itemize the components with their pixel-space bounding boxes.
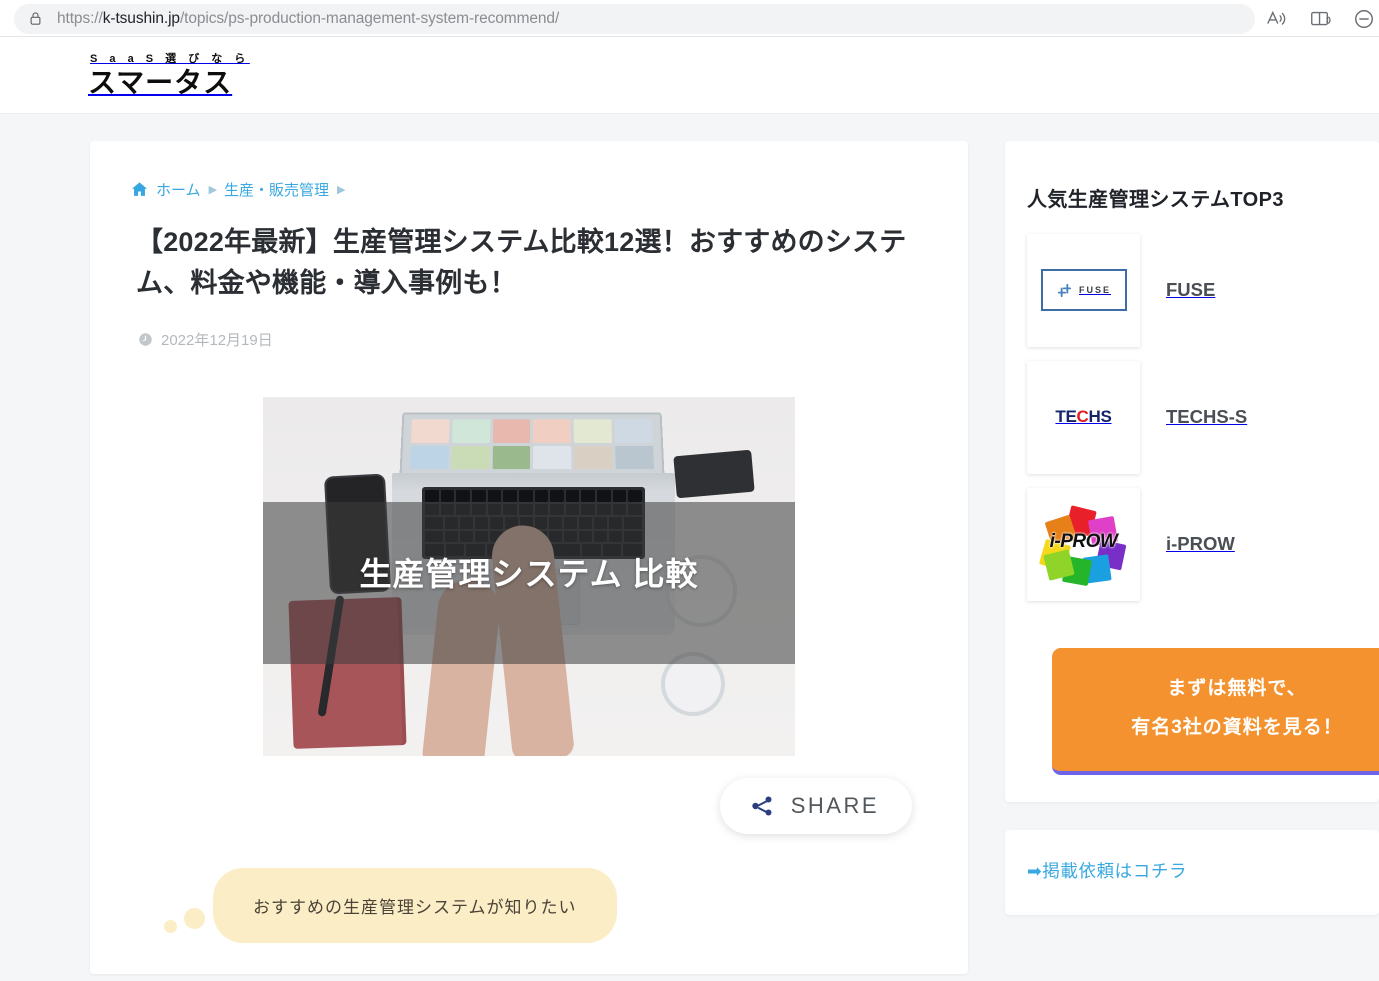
read-aloud-icon[interactable]: [1265, 8, 1287, 30]
article-card: ホーム ▶ 生産・販売管理 ▶ 【2022年最新】生産管理システム比較12選！お…: [90, 141, 968, 974]
breadcrumb: ホーム ▶ 生産・販売管理 ▶: [130, 179, 928, 200]
free-materials-cta-button[interactable]: まずは無料で、 有名3社の資料を見る！: [1052, 647, 1379, 776]
speech-bubble: おすすめの生産管理システムが知りたい: [213, 868, 617, 944]
iprow-logo-art: i-PROW: [1038, 504, 1130, 587]
cta-wrapper: まずは無料で、 有名3社の資料を見る！: [1005, 615, 1379, 776]
url-path: /topics/ps-production-management-system-…: [179, 9, 560, 27]
logo-wordmark: スマータス: [88, 66, 233, 98]
screen-thumbnails: [409, 419, 655, 470]
ranking-item-iprow[interactable]: i-PROW i-PROW: [1005, 487, 1379, 601]
ranking-item-label: TECHS-S: [1166, 406, 1248, 428]
url-prefix: https://: [57, 9, 103, 27]
breadcrumb-home-link[interactable]: ホーム: [156, 179, 201, 200]
hero-image: 生産管理システム 比較: [263, 397, 795, 757]
url-text: https://k-tsushin.jp/topics/ps-productio…: [57, 10, 559, 28]
iprow-logo: i-PROW: [1027, 487, 1140, 601]
techs-logo-text: TECHS: [1055, 407, 1112, 427]
ranking-item-fuse[interactable]: FUSE FUSE: [1005, 233, 1379, 347]
ranking-card: 人気生産管理システムTOP3 FUSE FUSE TECHS TECHS-S i…: [1005, 141, 1379, 803]
fuse-logo-box: FUSE: [1040, 269, 1127, 312]
ranking-title: 人気生産管理システムTOP3: [1027, 188, 1284, 211]
ranking-item-techs[interactable]: TECHS TECHS-S: [1005, 360, 1379, 474]
breadcrumb-separator: ▶: [208, 184, 218, 196]
logo-kicker: S a a S 選 び な ら: [90, 52, 250, 65]
page-title: 【2022年最新】生産管理システム比較12選！おすすめのシステム、料金や機能・導…: [136, 227, 907, 299]
toolbar-divider: [0, 36, 1379, 37]
page-body: ホーム ▶ 生産・販売管理 ▶ 【2022年最新】生産管理システム比較12選！お…: [0, 114, 1379, 974]
share-row: SHARE: [130, 778, 928, 835]
bubble-dot-small: [164, 920, 177, 934]
speech-bubble-row: おすすめの生産管理システムが知りたい: [164, 868, 928, 944]
share-button-label: SHARE: [790, 793, 879, 819]
speaker-prop: [673, 449, 755, 499]
iprow-logo-text: i-PROW: [1049, 531, 1118, 553]
sidebar: 人気生産管理システムTOP3 FUSE FUSE TECHS TECHS-S i…: [1005, 141, 1379, 916]
address-bar[interactable]: https://k-tsushin.jp/topics/ps-productio…: [14, 3, 1255, 34]
hero-photo: 生産管理システム 比較: [263, 397, 795, 757]
listing-request-card: ➡掲載依頼はコチラ: [1005, 830, 1379, 916]
immersive-reader-icon[interactable]: [1309, 8, 1331, 30]
browser-actions: [1265, 8, 1373, 30]
laptop-screen: [399, 412, 665, 475]
bubble-dot-medium: [184, 908, 205, 930]
zoom-out-icon[interactable]: [1353, 8, 1375, 30]
home-icon[interactable]: [130, 180, 149, 199]
techs-logo: TECHS: [1027, 360, 1140, 474]
breadcrumb-trailing-separator: ▶: [337, 184, 346, 196]
clock-icon: [139, 333, 152, 346]
fuse-logo-text: FUSE: [1078, 285, 1111, 296]
share-icon: [752, 796, 772, 816]
fuse-mark-icon: [1057, 283, 1072, 297]
publish-date-text: 2022年12月19日: [161, 332, 273, 350]
site-header: S a a S 選 び な ら スマータス: [0, 37, 1379, 114]
url-host: k-tsushin.jp: [102, 9, 180, 27]
share-button[interactable]: SHARE: [719, 778, 912, 835]
cta-line-1: まずは無料で、: [1167, 677, 1307, 699]
cta-line-2: 有名3社の資料を見る！: [1131, 716, 1343, 738]
fuse-logo: FUSE: [1027, 233, 1140, 347]
ranking-item-label: FUSE: [1166, 279, 1216, 301]
breadcrumb-category-link[interactable]: 生産・販売管理: [224, 179, 329, 200]
publish-date: 2022年12月19日: [138, 329, 928, 350]
lock-icon: [30, 12, 41, 25]
ranking-item-label: i-PROW: [1166, 533, 1235, 555]
listing-request-link[interactable]: ➡掲載依頼はコチラ: [1027, 861, 1187, 881]
hero-overlay-text: 生産管理システム 比較: [359, 556, 699, 593]
site-logo[interactable]: S a a S 選 び な ら スマータス: [88, 52, 250, 98]
browser-toolbar: https://k-tsushin.jp/topics/ps-productio…: [0, 0, 1379, 37]
